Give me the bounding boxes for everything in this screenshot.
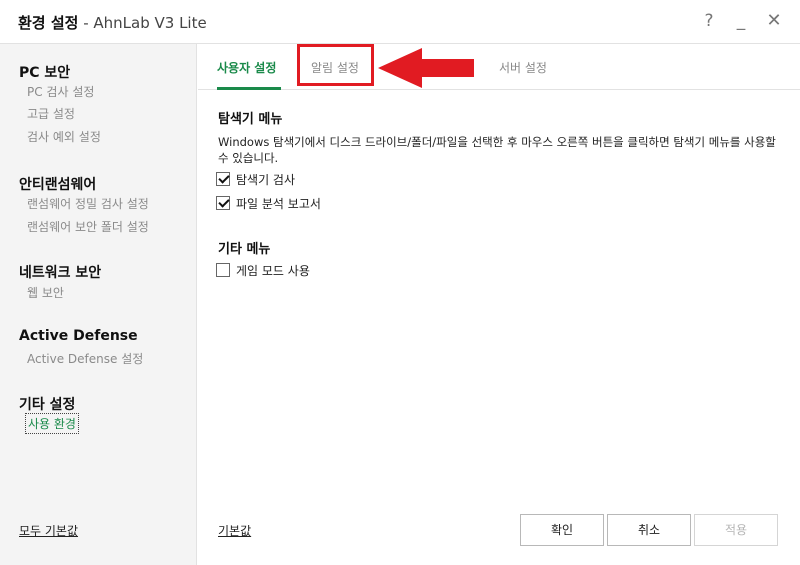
help-icon[interactable]: ? — [698, 9, 720, 33]
apply-button[interactable]: 적용 — [694, 514, 778, 546]
tab-user-settings[interactable]: 사용자 설정 — [217, 59, 276, 76]
explorer-menu-title: 탐색기 메뉴 — [218, 112, 283, 127]
window-title-app: - AhnLab V3 Lite — [78, 14, 207, 32]
sidebar: PC 보안 PC 검사 설정 고급 설정 검사 예외 설정 안티랜섬웨어 랜섬웨… — [0, 44, 197, 565]
other-menu-title: 기타 메뉴 — [218, 242, 271, 257]
tab-server-settings[interactable]: 서버 설정 — [499, 59, 547, 76]
game-mode-checkbox-row[interactable]: 게임 모드 사용 — [216, 262, 310, 278]
explorer-scan-label: 탐색기 검사 — [236, 172, 296, 187]
sidebar-section-active-defense[interactable]: Active Defense — [19, 328, 138, 344]
window-title: 환경 설정 - AhnLab V3 Lite — [18, 12, 207, 33]
sidebar-section-other-settings[interactable]: 기타 설정 — [19, 394, 75, 414]
main-panel: 사용자 설정 알림 설정 서버 설정 탐색기 메뉴 Windows 탐색기에서 … — [198, 44, 800, 565]
close-icon[interactable]: ✕ — [763, 9, 785, 33]
game-mode-checkbox[interactable] — [216, 263, 230, 277]
sidebar-item-active-defense-settings[interactable]: Active Defense 설정 — [27, 350, 143, 367]
minimize-icon[interactable]: _ — [730, 9, 752, 33]
reset-defaults-link[interactable]: 기본값 — [218, 522, 251, 539]
file-analysis-report-checkbox[interactable] — [216, 196, 230, 210]
sidebar-item-web-security[interactable]: 웹 보안 — [27, 284, 64, 301]
sidebar-section-pc-security[interactable]: PC 보안 — [19, 62, 70, 82]
ok-button[interactable]: 확인 — [520, 514, 604, 546]
cancel-button[interactable]: 취소 — [607, 514, 691, 546]
sidebar-item-scan-exclusions[interactable]: 검사 예외 설정 — [27, 128, 101, 145]
sidebar-item-ransomware-scan[interactable]: 랜섬웨어 정밀 검사 설정 — [27, 195, 149, 212]
sidebar-item-usage-environment[interactable]: 사용 환경 — [25, 413, 79, 434]
tab-bar: 사용자 설정 알림 설정 서버 설정 — [198, 44, 800, 90]
active-tab-indicator — [217, 87, 281, 90]
title-bar: 환경 설정 - AhnLab V3 Lite ? _ ✕ — [0, 0, 800, 44]
highlight-box — [297, 44, 374, 86]
sidebar-section-network-security[interactable]: 네트워크 보안 — [19, 262, 101, 282]
sidebar-section-anti-ransomware[interactable]: 안티랜섬웨어 — [19, 174, 96, 194]
sidebar-item-ransomware-folders[interactable]: 랜섬웨어 보안 폴더 설정 — [27, 218, 149, 235]
explorer-scan-checkbox[interactable] — [216, 172, 230, 186]
sidebar-item-pc-scan-settings[interactable]: PC 검사 설정 — [27, 83, 94, 100]
red-arrow-icon — [378, 48, 474, 88]
window-title-main: 환경 설정 — [18, 14, 79, 32]
file-analysis-report-checkbox-row[interactable]: 파일 분석 보고서 — [216, 195, 321, 211]
explorer-menu-description: Windows 탐색기에서 디스크 드라이브/폴더/파일을 선택한 후 마우스 … — [218, 135, 776, 165]
explorer-scan-checkbox-row[interactable]: 탐색기 검사 — [216, 171, 295, 187]
sidebar-item-advanced-settings[interactable]: 고급 설정 — [27, 105, 75, 122]
game-mode-label: 게임 모드 사용 — [236, 263, 310, 278]
reset-all-link[interactable]: 모두 기본값 — [19, 522, 78, 539]
file-analysis-report-label: 파일 분석 보고서 — [236, 196, 321, 211]
